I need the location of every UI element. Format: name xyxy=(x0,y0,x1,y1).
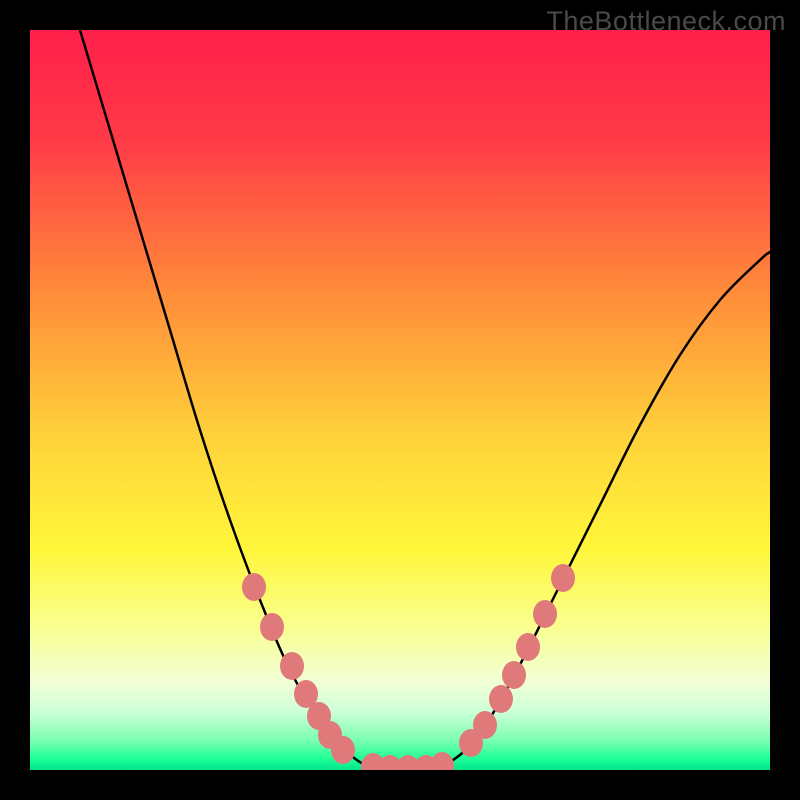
marker-dot xyxy=(473,711,497,739)
marker-dot xyxy=(260,613,284,641)
marker-dot xyxy=(516,633,540,661)
marker-dot xyxy=(489,685,513,713)
marker-dot xyxy=(551,564,575,592)
marker-dot xyxy=(331,736,355,764)
plot-area xyxy=(30,30,770,770)
chart-container: TheBottleneck.com xyxy=(0,0,800,800)
marker-dot xyxy=(502,661,526,689)
watermark-text: TheBottleneck.com xyxy=(546,6,786,37)
marker-dot xyxy=(280,652,304,680)
marker-dot xyxy=(533,600,557,628)
gradient-background xyxy=(30,30,770,770)
chart-svg xyxy=(30,30,770,770)
marker-dot xyxy=(242,573,266,601)
